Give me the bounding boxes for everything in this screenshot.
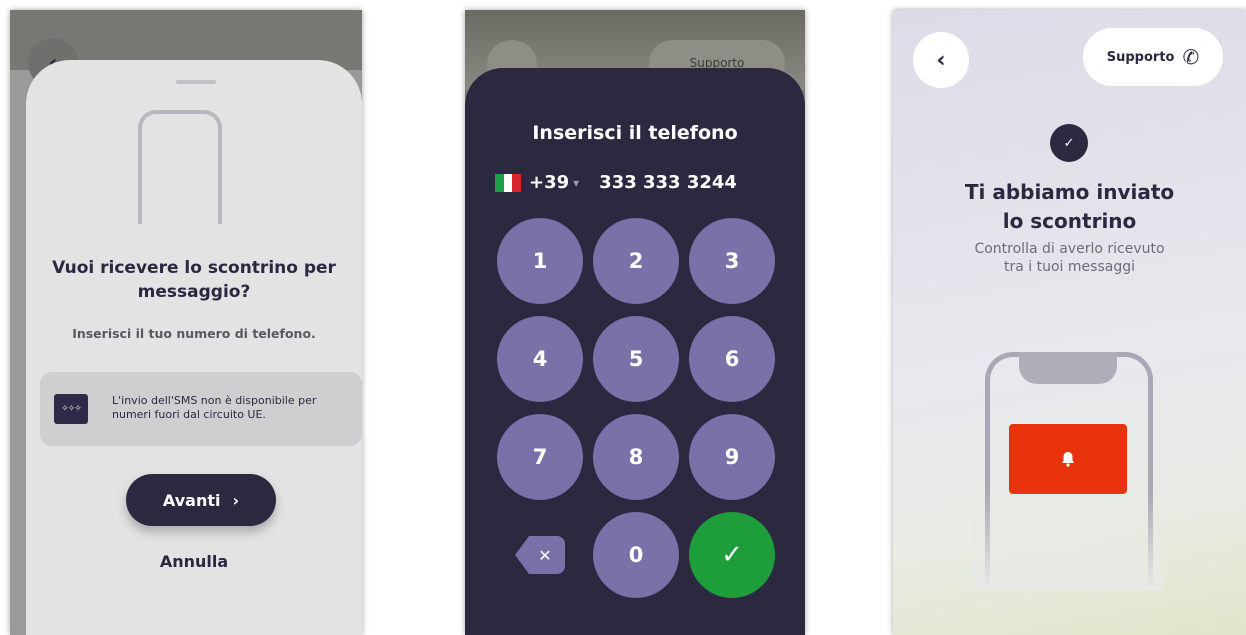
phone-call-icon: ✆ (1182, 45, 1200, 69)
key-0[interactable]: 0 (593, 512, 679, 598)
key-4[interactable]: 4 (497, 316, 583, 402)
key-8[interactable]: 8 (593, 414, 679, 500)
keypad-sheet: Inserisci il telefono +39 ▾ 333 333 3244… (465, 68, 805, 635)
key-3[interactable]: 3 (689, 218, 775, 304)
check-icon: ✓ (1063, 135, 1075, 151)
title-line-2: lo scontrino (1002, 209, 1137, 233)
support-button[interactable]: Supporto ✆ (1083, 28, 1223, 86)
back-button[interactable]: ‹ (913, 32, 969, 88)
subtitle-line-1: Controlla di averlo ricevuto (974, 241, 1165, 257)
country-code[interactable]: +39 (529, 172, 569, 193)
next-button-label: Avanti (162, 490, 221, 510)
key-5[interactable]: 5 (593, 316, 679, 402)
sheet-title: Vuoi ricevere lo scontrino per messaggio… (52, 258, 336, 302)
sheet-subtitle: Inserisci il tuo numero di telefono. (72, 326, 316, 341)
check-icon: ✓ (721, 540, 743, 570)
confirmation-title: Ti abbiamo inviato lo scontrino (893, 178, 1246, 236)
phone-notch (1019, 352, 1117, 384)
chevron-down-icon[interactable]: ▾ (573, 176, 579, 190)
eu-notice: ✧✧✧ L'invio dell'SMS non è disponibile p… (40, 372, 362, 446)
next-button[interactable]: Avanti › (126, 474, 276, 526)
phone-number-value: 333 333 3244 (599, 172, 737, 193)
key-1[interactable]: 1 (497, 218, 583, 304)
confirmation-subtitle: Controlla di averlo ricevuto tra i tuoi … (893, 240, 1246, 276)
bell-icon (1062, 452, 1074, 467)
chevron-right-icon: › (232, 490, 240, 510)
support-label: Supporto (1106, 49, 1175, 65)
italy-flag-icon (495, 173, 522, 192)
phone-keypad-screen: Supporto Inserisci il telefono +39 ▾ 333… (465, 10, 805, 635)
confirm-key[interactable]: ✓ (689, 512, 775, 598)
key-2[interactable]: 2 (593, 218, 679, 304)
cancel-button[interactable]: Annulla (26, 552, 362, 571)
subtitle-line-2: tra i tuoi messaggi (1004, 259, 1135, 275)
key-7[interactable]: 7 (497, 414, 583, 500)
phone-input[interactable]: +39 ▾ 333 333 3244 (495, 172, 737, 193)
key-9[interactable]: 9 (689, 414, 775, 500)
keypad-title: Inserisci il telefono (532, 122, 738, 144)
sheet-handle[interactable] (176, 80, 216, 84)
eu-notice-text: L'invio dell'SMS non è disponibile per n… (112, 394, 317, 421)
close-icon: ✕ (538, 545, 552, 565)
chevron-left-icon: ‹ (936, 47, 946, 73)
notification-card (1009, 424, 1127, 494)
receipt-sent-screen: ‹ Supporto ✆ ✓ Ti abbiamo inviato lo sco… (893, 10, 1246, 635)
phone-illustration (138, 110, 222, 224)
key-6[interactable]: 6 (689, 316, 775, 402)
check-circle-icon: ✓ (1050, 124, 1088, 162)
bottom-sheet: Vuoi ricevere lo scontrino per messaggio… (26, 60, 362, 635)
sms-receipt-sheet-screen: ‹ Vuoi ricevere lo scontrino per messagg… (10, 10, 362, 635)
title-line-1: Ti abbiamo inviato (964, 180, 1175, 204)
delete-key[interactable]: ✕ (515, 536, 565, 574)
eu-flag-icon: ✧✧✧ (54, 394, 88, 424)
phone-fade (973, 490, 1163, 590)
